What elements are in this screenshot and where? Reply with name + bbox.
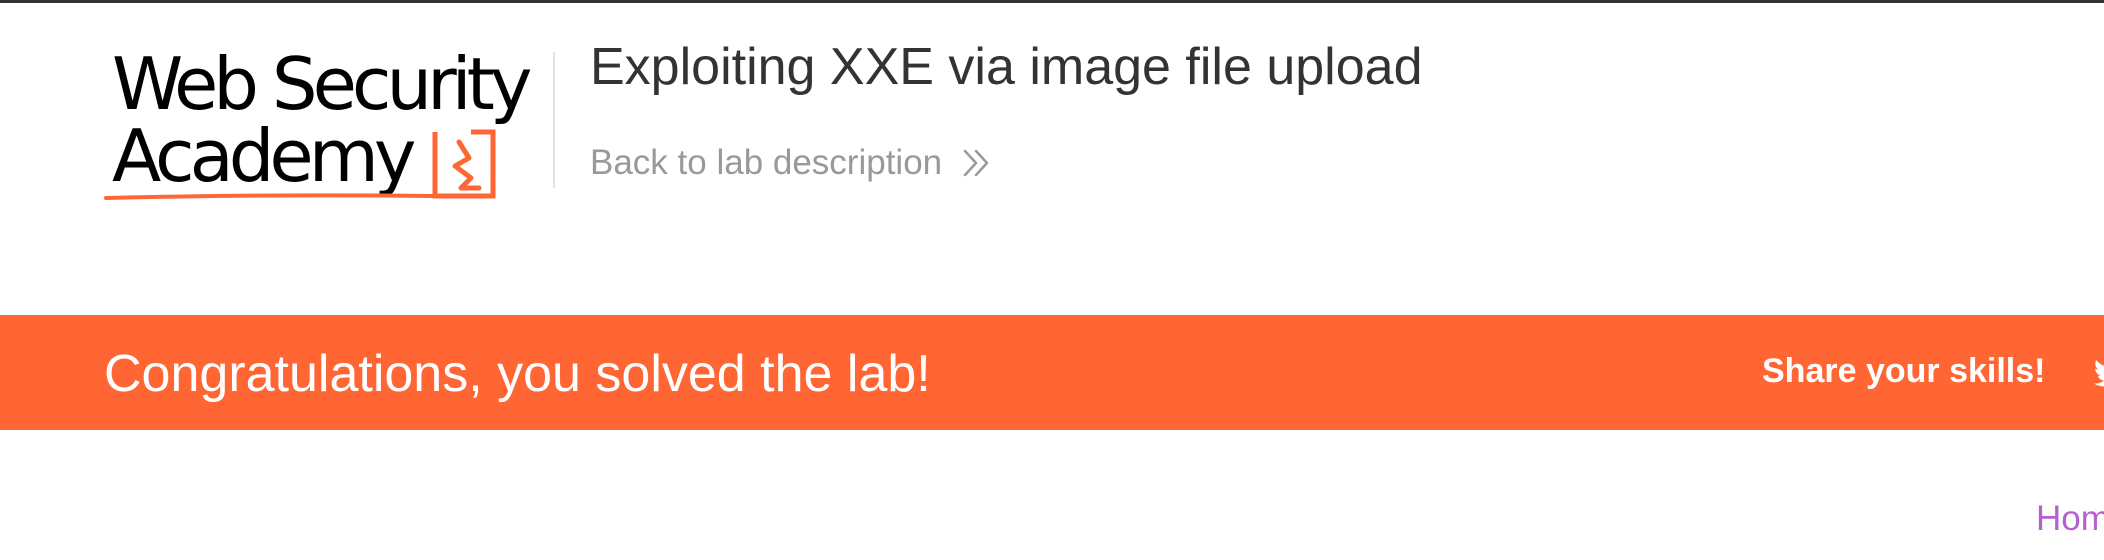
- top-rule: [0, 0, 2104, 3]
- double-chevron-right-icon: [963, 149, 989, 177]
- web-security-academy-logo[interactable]: Web Security Academy: [104, 48, 544, 208]
- logo-underline: [104, 193, 434, 200]
- home-link[interactable]: Home: [2036, 498, 2104, 540]
- back-link-label: Back to lab description: [590, 143, 943, 182]
- logo-text-line2: Academy: [112, 114, 416, 198]
- back-to-lab-description-link[interactable]: Back to lab description: [590, 142, 994, 184]
- lab-title: Exploiting XXE via image file upload: [590, 38, 1423, 96]
- share-skills-label: Share your skills!: [1762, 352, 2046, 390]
- solved-message: Congratulations, you solved the lab!: [104, 345, 931, 403]
- twitter-icon[interactable]: [2092, 353, 2104, 393]
- header-divider: [553, 52, 555, 188]
- logo-text-line1: Web Security: [112, 42, 533, 126]
- lab-solved-banner: Congratulations, you solved the lab! Sha…: [0, 315, 2104, 430]
- flask-lightning-icon: [432, 129, 496, 199]
